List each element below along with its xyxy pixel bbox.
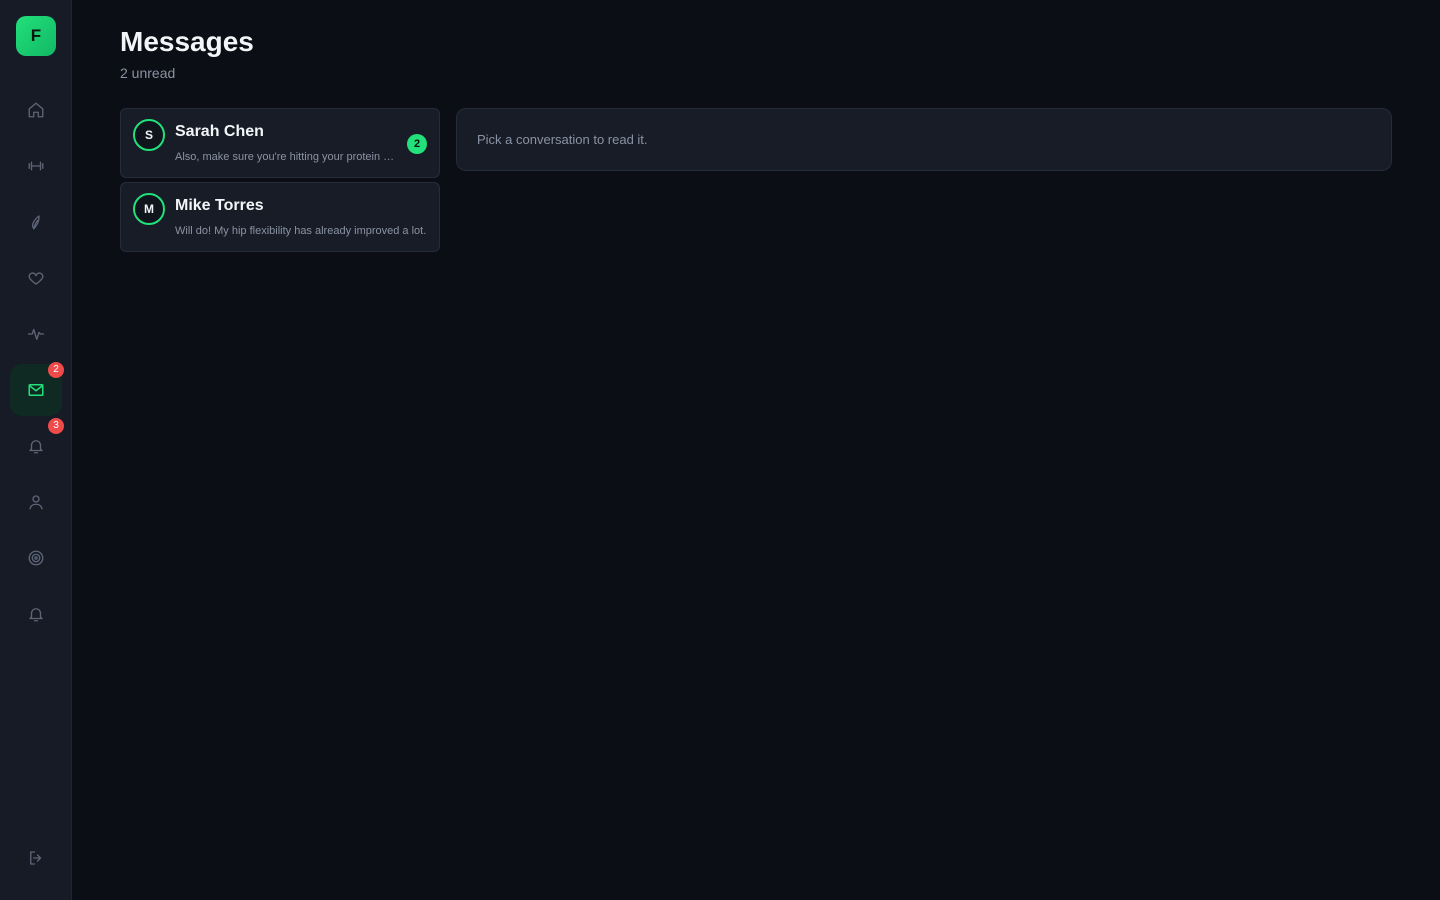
conversation-list: S Sarah Chen Also, make sure you're hitt… — [120, 108, 440, 256]
sidebar-item-goals[interactable] — [10, 532, 62, 584]
logout-button[interactable] — [10, 832, 62, 884]
messages-badge: 2 — [48, 362, 64, 378]
sidebar: F 2 3 — [0, 0, 72, 900]
activity-icon — [27, 328, 45, 340]
conversation-preview: Also, make sure you're hitting your prot… — [175, 151, 397, 163]
conversation-item-sarah-chen[interactable]: S Sarah Chen Also, make sure you're hitt… — [120, 108, 440, 178]
home-icon — [28, 102, 44, 118]
avatar: M — [133, 193, 165, 225]
sidebar-item-activity[interactable] — [10, 308, 62, 360]
target-icon — [28, 550, 44, 566]
sidebar-item-workouts[interactable] — [10, 140, 62, 192]
sidebar-item-nutrition[interactable] — [10, 196, 62, 248]
bell-icon — [29, 440, 43, 454]
sidebar-item-notifications[interactable]: 3 — [10, 418, 64, 472]
notifications-badge: 3 — [48, 418, 64, 434]
conversation-name: Sarah Chen — [175, 123, 264, 140]
app-logo[interactable]: F — [16, 16, 56, 56]
bell-icon — [29, 608, 43, 622]
empty-state-text: Pick a conversation to read it. — [477, 132, 648, 147]
sidebar-item-home[interactable] — [10, 84, 62, 136]
sidebar-item-profile[interactable] — [10, 476, 62, 528]
conversation-preview: Will do! My hip flexibility has already … — [175, 225, 427, 237]
leaf-icon — [32, 215, 40, 230]
conversation-name: Mike Torres — [175, 197, 264, 214]
user-icon — [29, 495, 43, 510]
page-title: Messages — [120, 26, 254, 57]
main-content: Messages 2 unread S Sarah Chen Also, mak… — [72, 0, 1440, 900]
unread-badge: 2 — [407, 134, 427, 154]
logout-icon — [30, 851, 42, 865]
sidebar-item-health[interactable] — [10, 252, 62, 304]
sidebar-item-messages[interactable]: 2 — [10, 362, 64, 416]
heart-icon — [28, 272, 44, 285]
message-reader-placeholder: Pick a conversation to read it. — [456, 108, 1392, 171]
conversation-item-mike-torres[interactable]: M Mike Torres Will do! My hip flexibilit… — [120, 182, 440, 252]
avatar: S — [133, 119, 165, 151]
dumbbell-icon — [28, 161, 44, 171]
unread-count: 2 unread — [120, 65, 176, 81]
app-shell: F 2 3 Messages 2 unread S Sarah Chen Als… — [0, 0, 1440, 900]
mail-icon — [28, 384, 44, 396]
sidebar-item-reminders[interactable] — [10, 588, 62, 640]
